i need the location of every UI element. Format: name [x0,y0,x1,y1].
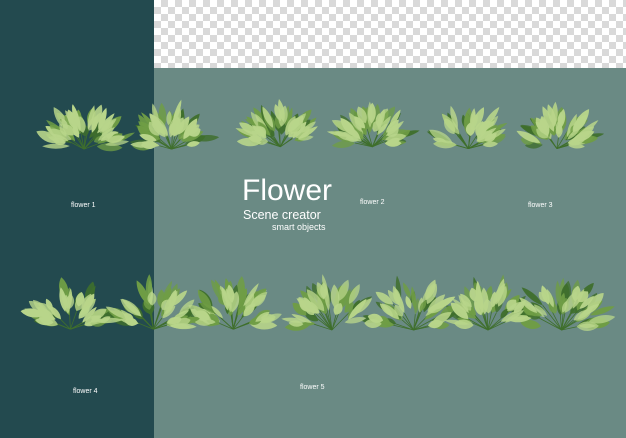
flower-5-label: flower 5 [300,384,325,391]
transparency-checkerboard [154,0,626,68]
flower-2-plant [235,75,420,167]
heading-subtitle: Scene creator [243,208,321,222]
flower-5-plant [281,238,616,356]
flower-2-label: flower 2 [360,199,385,206]
leaf [42,143,70,149]
flower-3-label: flower 3 [528,202,553,209]
flower-1-foliage [36,99,220,152]
flower-4-foliage [20,274,282,330]
flower-1-plant [36,75,220,170]
flower-4-label: flower 4 [73,388,98,395]
scene-canvas: Flower Scene creator smart objects flowe… [0,0,626,438]
flower-4-plant [20,245,282,353]
flower-5-foliage [281,274,616,331]
heading-tagline: smart objects [272,222,326,232]
flower-3-plant [422,80,605,168]
flower-1-label: flower 1 [71,202,96,209]
flower-3-foliage [426,101,605,149]
heading-title: Flower [242,174,333,207]
left-dark-panel [0,0,154,438]
stem [232,315,238,330]
flower-2-foliage [235,99,420,148]
